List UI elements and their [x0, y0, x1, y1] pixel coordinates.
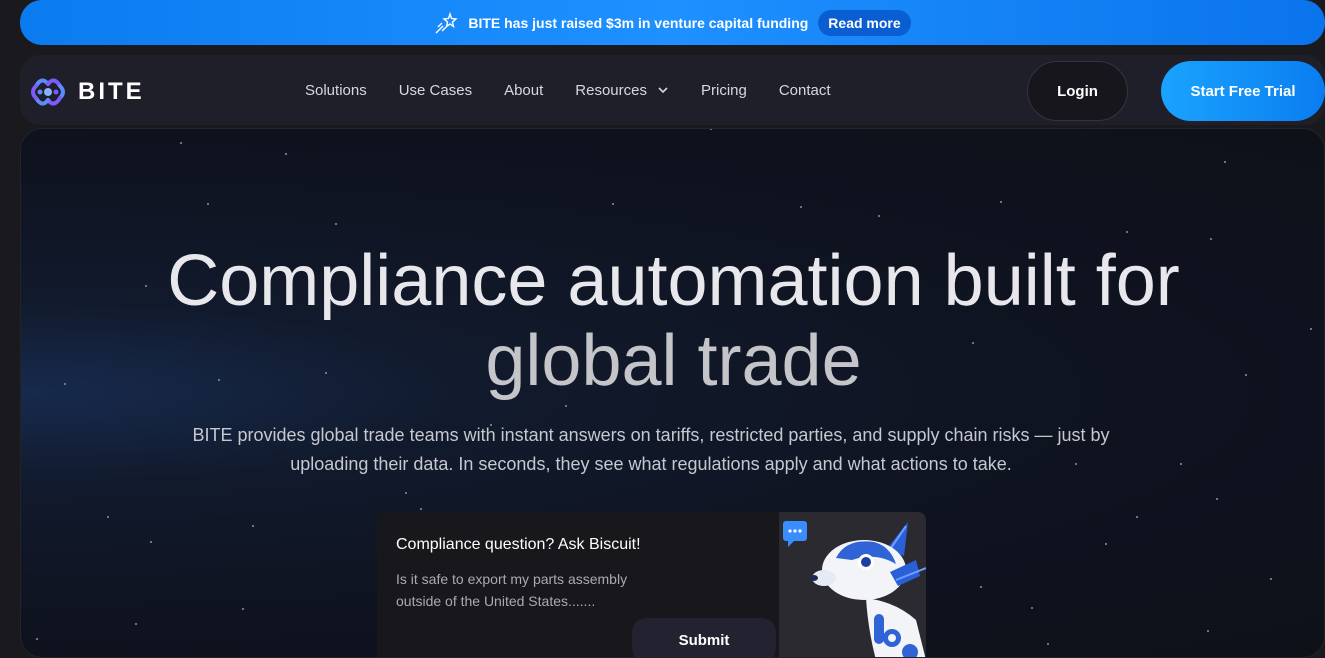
start-free-trial-button[interactable]: Start Free Trial	[1161, 61, 1325, 121]
read-more-button[interactable]: Read more	[818, 9, 911, 36]
hero-headline-line1: Compliance automation built for	[167, 241, 1180, 321]
navbar: BITE Solutions Use Cases About Resources…	[20, 55, 1325, 125]
hero-section: Compliance automation built for global t…	[20, 128, 1325, 658]
announcement-banner: BITE has just raised $3m in venture capi…	[20, 0, 1325, 45]
nav-link-use-cases[interactable]: Use Cases	[399, 82, 472, 99]
chevron-down-icon	[658, 87, 668, 94]
nav-link-resources[interactable]: Resources	[575, 82, 669, 99]
bite-logo-icon	[31, 78, 65, 106]
nav-link-resources-label: Resources	[575, 81, 647, 99]
ask-biscuit-card: Compliance question? Ask Biscuit! Is it …	[377, 512, 926, 657]
login-button[interactable]: Login	[1027, 61, 1128, 121]
nav-link-pricing[interactable]: Pricing	[701, 82, 747, 99]
nav-link-contact[interactable]: Contact	[779, 82, 831, 99]
chat-title: Compliance question? Ask Biscuit!	[396, 536, 641, 553]
robot-dog-icon	[810, 522, 926, 657]
submit-button[interactable]: Submit	[632, 618, 776, 657]
nav-link-about[interactable]: About	[504, 82, 543, 99]
hero-headline-line2: global trade	[485, 321, 862, 401]
hero-subtext: BITE provides global trade teams with in…	[192, 425, 1110, 474]
brand-name: BITE	[78, 78, 145, 105]
question-input[interactable]: Is it safe to export my parts assembly o…	[396, 568, 676, 612]
brand-logo[interactable]: BITE	[28, 72, 145, 112]
mascot-pane	[779, 512, 926, 657]
nav-link-solutions[interactable]: Solutions	[305, 82, 367, 99]
hero-headline: Compliance automation built for global t…	[21, 241, 1324, 401]
nav-links: Solutions Use Cases About Resources Pric…	[305, 55, 831, 125]
shooting-star-icon	[435, 11, 459, 33]
chat-bubble-icon	[783, 521, 807, 547]
announcement-text: BITE has just raised $3m in venture capi…	[468, 14, 809, 31]
